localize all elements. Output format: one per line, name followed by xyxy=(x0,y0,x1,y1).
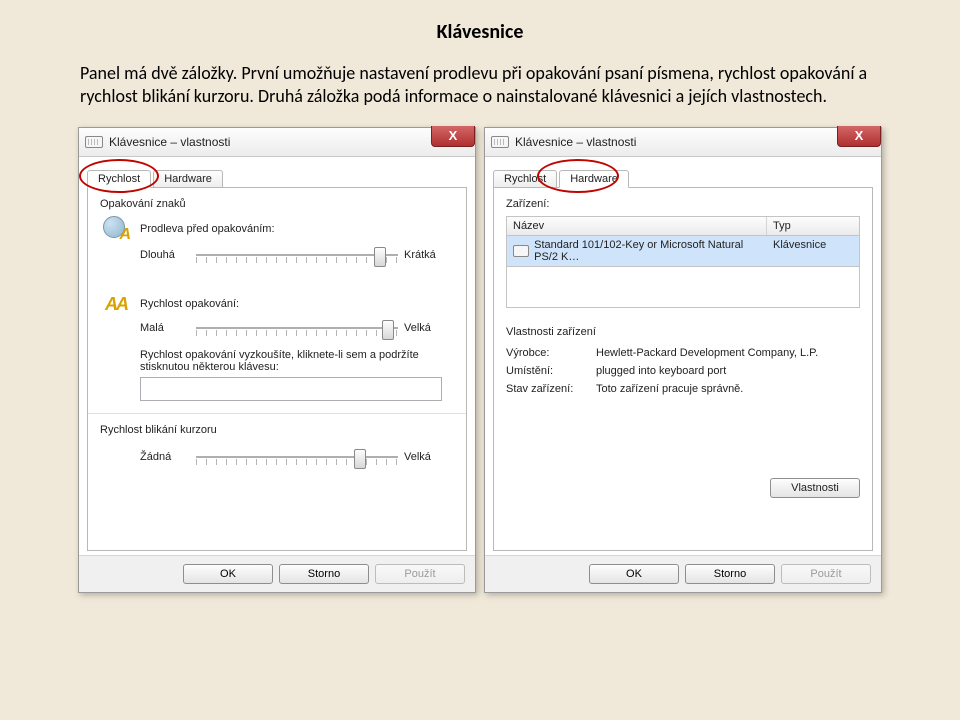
keyboard-icon xyxy=(491,136,509,148)
keyboard-icon xyxy=(85,136,103,148)
status-value: Toto zařízení pracuje správně. xyxy=(596,383,743,395)
repeat-group-header: Opakování znaků xyxy=(100,198,454,210)
location-value: plugged into keyboard port xyxy=(596,365,726,377)
dialog-pair: Klávesnice – vlastnosti X Rychlost Hardw… xyxy=(0,109,960,593)
blink-right-label: Velká xyxy=(404,451,454,463)
device-name: Standard 101/102-Key or Microsoft Natura… xyxy=(534,239,761,263)
location-key: Umístění: xyxy=(506,365,596,377)
titlebar[interactable]: Klávesnice – vlastnosti X xyxy=(79,128,475,157)
titlebar[interactable]: Klávesnice – vlastnosti X xyxy=(485,128,881,157)
tab-hardware[interactable]: Hardware xyxy=(559,170,629,188)
col-type[interactable]: Typ xyxy=(767,217,859,235)
hardware-panel: Zařízení: Název Typ Standard 101/102-Key… xyxy=(493,188,873,551)
blink-left-label: Žádná xyxy=(140,451,190,463)
tab-strip: Rychlost Hardware xyxy=(87,165,467,188)
ok-button[interactable]: OK xyxy=(183,564,273,584)
device-list-header: Název Typ xyxy=(506,216,860,236)
apply-button[interactable]: Použít xyxy=(375,564,465,584)
close-button[interactable]: X xyxy=(431,126,475,147)
delay-slider[interactable] xyxy=(196,244,398,266)
cancel-button[interactable]: Storno xyxy=(279,564,369,584)
rate-slider[interactable] xyxy=(196,317,398,339)
tab-hardware[interactable]: Hardware xyxy=(153,170,223,187)
test-input[interactable] xyxy=(140,377,442,401)
device-list-empty xyxy=(506,267,860,308)
manufacturer-key: Výrobce: xyxy=(506,347,596,359)
device-props-header: Vlastnosti zařízení xyxy=(506,326,860,338)
delay-left-label: Dlouhá xyxy=(140,249,190,261)
page-title: Klávesnice xyxy=(0,0,960,44)
blink-group-header: Rychlost blikání kurzoru xyxy=(100,424,454,436)
delay-right-label: Krátká xyxy=(404,249,454,261)
keyboard-icon xyxy=(513,245,529,257)
delay-label: Prodleva před opakováním: xyxy=(140,223,275,235)
device-type: Klávesnice xyxy=(767,236,859,266)
rate-label: Rychlost opakování: xyxy=(140,298,239,310)
cancel-button[interactable]: Storno xyxy=(685,564,775,584)
ok-button[interactable]: OK xyxy=(589,564,679,584)
close-button[interactable]: X xyxy=(837,126,881,147)
manufacturer-value: Hewlett-Packard Development Company, L.P… xyxy=(596,347,818,359)
blink-slider[interactable] xyxy=(196,446,398,468)
keyboard-properties-dialog-hardware: Klávesnice – vlastnosti X Rychlost Hardw… xyxy=(484,127,882,593)
apply-button[interactable]: Použít xyxy=(781,564,871,584)
rate-left-label: Malá xyxy=(140,322,190,334)
tab-speed[interactable]: Rychlost xyxy=(87,170,151,188)
device-row[interactable]: Standard 101/102-Key or Microsoft Natura… xyxy=(506,236,860,267)
keyboard-properties-dialog-speed: Klávesnice – vlastnosti X Rychlost Hardw… xyxy=(78,127,476,593)
test-instruction: Rychlost opakování vyzkoušíte, kliknete-… xyxy=(140,349,440,373)
rate-right-label: Velká xyxy=(404,322,454,334)
dialog-footer: OK Storno Použít xyxy=(79,555,475,592)
speed-panel: Opakování znaků A Prodleva před opakován… xyxy=(87,188,467,551)
intro-text: Panel má dvě záložky. První umožňuje nas… xyxy=(0,44,960,109)
status-key: Stav zařízení: xyxy=(506,383,596,395)
rate-icon: AA xyxy=(105,294,127,315)
window-title: Klávesnice – vlastnosti xyxy=(515,135,636,149)
col-name[interactable]: Název xyxy=(507,217,767,235)
tab-strip: Rychlost Hardware xyxy=(493,165,873,188)
dialog-footer: OK Storno Použít xyxy=(485,555,881,592)
delay-icon: A xyxy=(103,216,129,242)
tab-speed[interactable]: Rychlost xyxy=(493,170,557,187)
devices-label: Zařízení: xyxy=(506,198,860,210)
window-title: Klávesnice – vlastnosti xyxy=(109,135,230,149)
properties-button[interactable]: Vlastnosti xyxy=(770,478,860,498)
